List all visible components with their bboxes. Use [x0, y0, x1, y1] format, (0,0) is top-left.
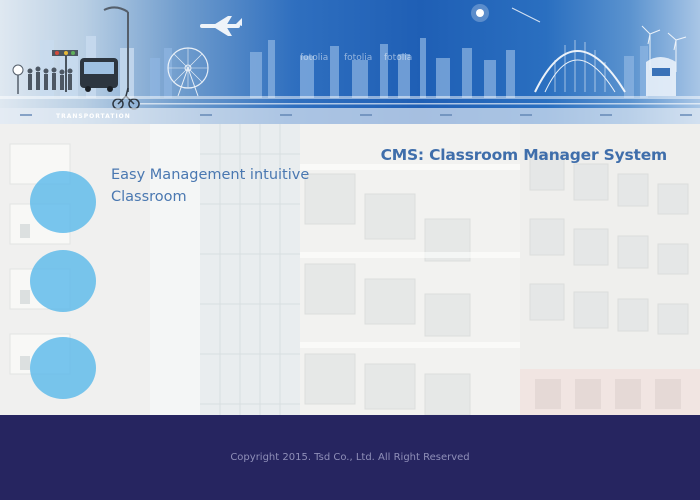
header-banner: fotolia fotolia fotolia TRANSPORTATION — [0, 0, 700, 124]
watermark: fotolia — [300, 53, 328, 63]
road-sign-icon — [12, 64, 24, 94]
watermark: fotolia — [384, 53, 412, 63]
circle-menu-button-2[interactable] — [30, 250, 96, 312]
skyline-far — [150, 38, 648, 98]
footer: Copyright 2015. Tsd Co., Ltd. All Right … — [0, 415, 700, 500]
banner-caption: TRANSPORTATION — [56, 113, 131, 120]
train-icon — [646, 57, 676, 96]
circle-menu-button-1[interactable] — [30, 171, 96, 233]
arch-bridge-icon — [534, 40, 626, 93]
system-title: CMS: Classroom Manager System — [380, 146, 668, 164]
tagline-line-1: Easy Management intuitive — [111, 167, 310, 183]
building-background-image — [0, 124, 700, 415]
transportation-city-illustration: fotolia fotolia fotolia — [0, 4, 700, 124]
tagline-line-2: Classroom — [111, 189, 187, 205]
main-content: CMS: Classroom Manager System Easy Manag… — [0, 124, 700, 415]
tagline: Easy Management intuitive Classroom — [111, 164, 341, 208]
bus-icon — [80, 58, 118, 92]
circle-menu-button-3[interactable] — [30, 337, 96, 399]
watermark: fotolia — [344, 53, 372, 63]
copyright-text: Copyright 2015. Tsd Co., Ltd. All Right … — [230, 452, 470, 463]
ferris-wheel-icon — [167, 47, 209, 97]
airplane-icon — [200, 16, 242, 36]
